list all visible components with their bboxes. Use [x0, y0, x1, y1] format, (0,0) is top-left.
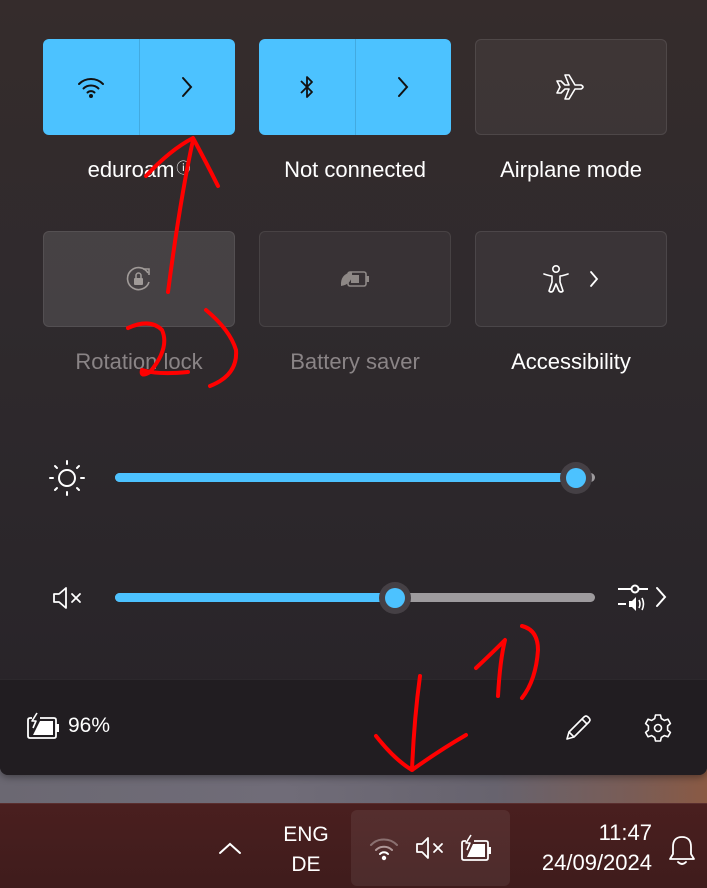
tile-rotation-lock: Rotation lock: [43, 231, 235, 375]
volume-slider-fill: [115, 593, 395, 602]
bluetooth-icon: [298, 74, 316, 100]
rotation-lock-label: Rotation lock: [75, 349, 203, 374]
audio-output-button[interactable]: [616, 582, 668, 612]
quick-settings-footer: 96%: [0, 679, 707, 775]
quick-settings-panel: eduroam ⓘ Not connected Airplane mode Ro…: [0, 0, 707, 775]
clock-button[interactable]: 11:47 24/09/2024: [520, 818, 652, 878]
info-icon: ⓘ: [176, 160, 191, 176]
battery-charging-icon: [26, 712, 62, 740]
notifications-button[interactable]: [664, 830, 700, 870]
pencil-icon: [563, 713, 593, 743]
system-tray-quick-settings-button[interactable]: [351, 810, 510, 886]
volume-muted-icon[interactable]: [46, 578, 88, 618]
accessibility-icon: [542, 264, 570, 294]
taskbar: ENG DE 11:47 24/09/2024: [0, 803, 707, 888]
show-hidden-icons-button[interactable]: [212, 830, 248, 866]
tile-airplane: Airplane mode: [475, 39, 667, 183]
audio-output-icon: [616, 582, 650, 612]
chevron-up-icon: [218, 841, 242, 855]
wifi-icon: [76, 75, 106, 99]
battery-status-button[interactable]: 96%: [26, 712, 110, 740]
chevron-right-icon: [396, 76, 410, 98]
airplane-mode-label: Airplane mode: [500, 157, 642, 182]
brightness-slider-row: [0, 458, 707, 498]
bell-icon: [668, 834, 696, 866]
language-indicator-button[interactable]: ENG DE: [272, 820, 340, 880]
accessibility-label: Accessibility: [511, 349, 631, 374]
airplane-icon: [555, 72, 587, 102]
gear-icon: [642, 712, 674, 744]
bluetooth-toggle-button[interactable]: [259, 39, 355, 135]
chevron-right-icon: [588, 270, 600, 288]
tile-accessibility: Accessibility: [475, 231, 667, 375]
volume-slider-thumb[interactable]: [378, 582, 411, 614]
wifi-toggle-button[interactable]: [43, 39, 139, 135]
brightness-icon: [46, 458, 88, 498]
wifi-expand-button[interactable]: [138, 39, 236, 135]
wifi-tile-button: [43, 39, 235, 135]
bluetooth-label: Not connected: [284, 157, 426, 182]
tile-wifi: eduroam ⓘ: [43, 39, 235, 183]
battery-percentage: 96%: [68, 714, 111, 737]
chevron-right-icon: [654, 585, 668, 609]
wifi-icon: [368, 835, 400, 861]
wifi-network-label: eduroam ⓘ: [87, 157, 191, 182]
chevron-right-icon: [180, 76, 194, 98]
brightness-slider-fill: [115, 473, 576, 482]
tile-battery-saver: Battery saver: [259, 231, 451, 375]
clock-time: 11:47: [598, 820, 652, 845]
airplane-mode-button[interactable]: [475, 39, 667, 135]
brightness-slider-thumb[interactable]: [559, 462, 592, 494]
language-primary: ENG: [283, 823, 329, 846]
volume-muted-icon: [413, 835, 447, 861]
accessibility-button[interactable]: [475, 231, 667, 327]
rotation-lock-icon: [124, 264, 154, 294]
battery-saver-label: Battery saver: [290, 349, 420, 374]
battery-saver-button[interactable]: [259, 231, 451, 327]
bluetooth-expand-button[interactable]: [354, 39, 452, 135]
edit-quick-settings-button[interactable]: [560, 710, 596, 746]
brightness-slider[interactable]: [115, 462, 595, 494]
language-secondary: DE: [291, 853, 321, 876]
volume-slider-row: [0, 578, 707, 618]
clock-date: 24/09/2024: [541, 850, 652, 875]
settings-button[interactable]: [640, 710, 676, 746]
battery-saver-icon: [338, 266, 372, 292]
tile-bluetooth: Not connected: [259, 39, 451, 183]
volume-slider[interactable]: [115, 582, 595, 614]
battery-charging-icon: [460, 834, 494, 862]
rotation-lock-button[interactable]: [43, 231, 235, 327]
bluetooth-tile-button: [259, 39, 451, 135]
